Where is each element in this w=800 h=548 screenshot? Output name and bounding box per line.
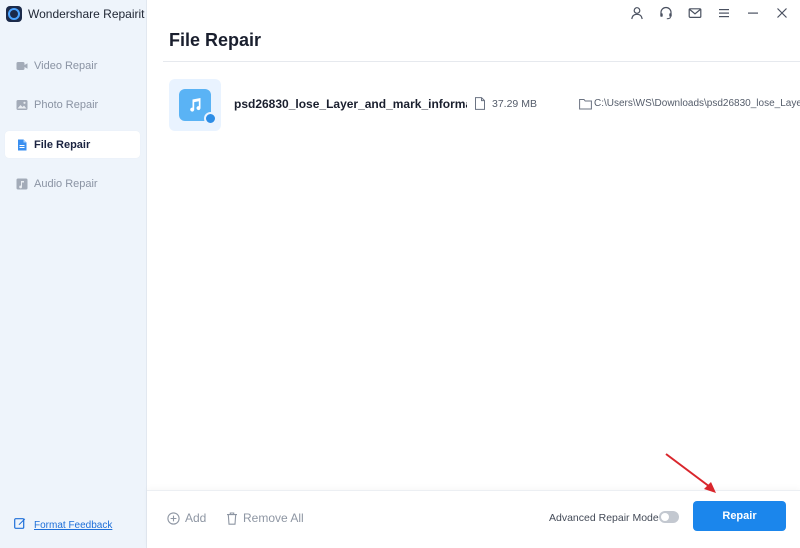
minimize-icon[interactable] (745, 5, 761, 21)
sidebar-item-label: Photo Repair (34, 99, 99, 111)
add-icon (167, 511, 180, 525)
mail-icon[interactable] (687, 5, 703, 21)
app-title: Wondershare Repairit (28, 7, 145, 21)
audio-wave-icon (204, 112, 217, 125)
app-title-bar: Wondershare Repairit (6, 5, 145, 23)
remove-all-label: Remove All (243, 511, 304, 525)
sidebar-item-photo-repair[interactable]: Photo Repair (5, 92, 140, 119)
sidebar: Wondershare Repairit Video Repair Photo … (0, 0, 147, 548)
audio-icon (16, 178, 28, 190)
remove-all-button[interactable]: Remove All (226, 511, 304, 525)
photo-icon (16, 100, 28, 111)
add-button[interactable]: Add (167, 511, 206, 525)
bottom-action-bar: Add Remove All Advanced Repair Mode Repa… (147, 490, 800, 548)
advanced-repair-mode-toggle[interactable] (659, 511, 679, 523)
window-toolbar (629, 5, 790, 21)
sidebar-item-label: File Repair (34, 138, 91, 151)
sidebar-item-video-repair[interactable]: Video Repair (5, 52, 140, 79)
advanced-repair-mode-label: Advanced Repair Mode (549, 512, 659, 524)
menu-icon[interactable] (716, 5, 732, 21)
trash-icon (227, 511, 237, 525)
sidebar-item-label: Audio Repair (34, 178, 98, 190)
format-feedback-link[interactable]: Format Feedback (14, 516, 112, 534)
headset-icon[interactable] (658, 5, 674, 21)
sidebar-item-audio-repair[interactable]: Audio Repair (5, 171, 140, 198)
file-icon (16, 139, 28, 150)
app-logo-icon (6, 6, 22, 22)
file-path: C:\Users\WS\Downloads\psd26830_lose_Laye… (594, 98, 800, 109)
format-feedback-label: Format Feedback (34, 519, 113, 531)
edit-feedback-icon (14, 516, 26, 534)
folder-icon (579, 99, 592, 110)
video-icon (16, 60, 28, 71)
file-list-item[interactable]: psd26830_lose_Layer_and_mark_information… (169, 79, 800, 131)
user-icon[interactable] (629, 5, 645, 21)
add-label: Add (185, 511, 207, 525)
file-name: psd26830_lose_Layer_and_mark_information… (234, 97, 467, 111)
sidebar-item-file-repair[interactable]: File Repair (5, 131, 140, 158)
document-icon (475, 97, 485, 110)
file-size: 37.29 MB (492, 98, 537, 110)
music-note-icon (179, 89, 217, 125)
sidebar-item-label: Video Repair (34, 59, 98, 72)
title-divider (163, 61, 800, 62)
sidebar-nav: Video Repair Photo Repair File Repair Au… (5, 52, 140, 210)
close-icon[interactable] (774, 5, 790, 21)
page-title: File Repair (169, 30, 262, 50)
repair-button[interactable]: Repair (693, 501, 786, 531)
file-thumbnail (169, 79, 221, 131)
